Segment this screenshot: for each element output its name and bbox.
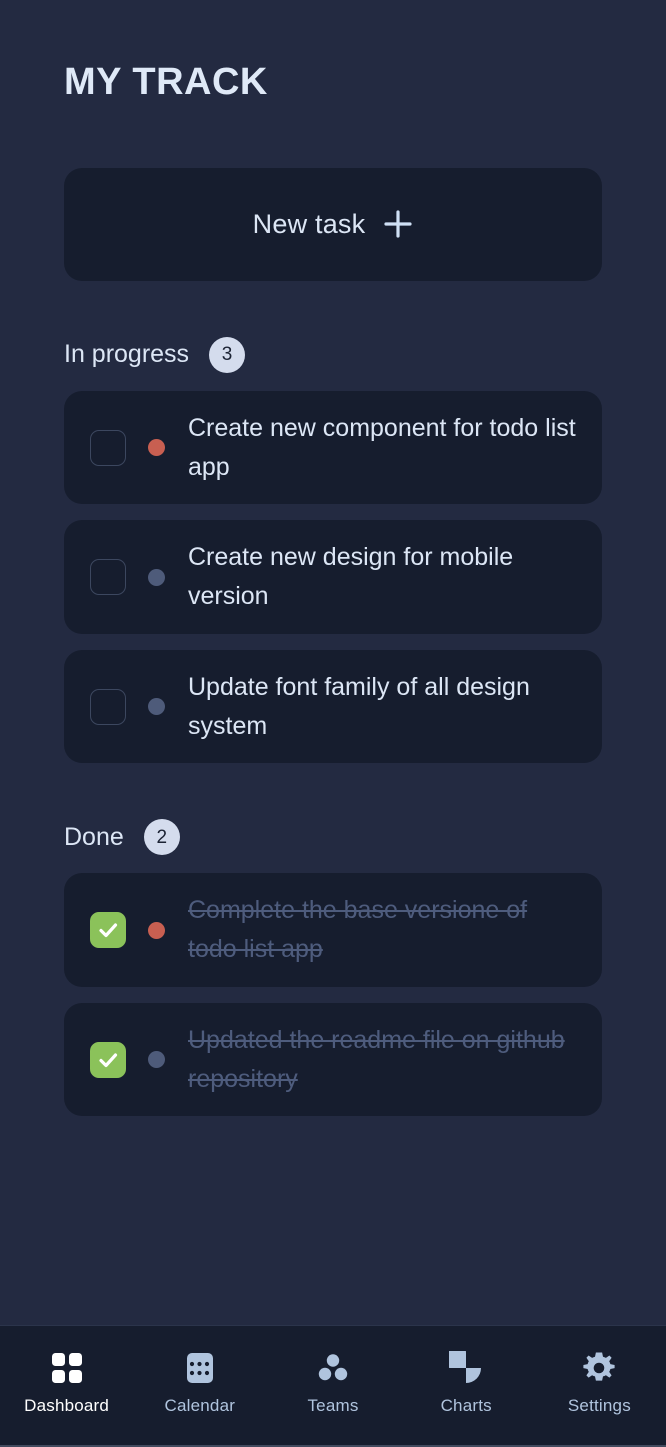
task-card[interactable]: Create new design for mobile version: [64, 520, 602, 634]
task-text: Update font family of all design system: [188, 672, 530, 740]
nav-label-calendar: Calendar: [164, 1396, 236, 1415]
calendar-icon: [186, 1353, 213, 1383]
pie-chart-icon: [449, 1351, 482, 1383]
new-task-button[interactable]: New task: [64, 167, 602, 281]
section-count-badge: 3: [209, 336, 246, 373]
task-checkbox[interactable]: [90, 559, 126, 596]
section-header-in-progress: In progress 3: [64, 336, 602, 373]
task-card[interactable]: Update font family of all design system: [64, 649, 602, 764]
main-content: MY TRACK New task In progress 3 Create new…: [0, 0, 666, 1325]
task-list-in-progress: Create new component for todo list app Cr…: [64, 390, 602, 764]
check-icon: [99, 923, 118, 938]
priority-dot: [148, 921, 165, 939]
nav-label-teams: Teams: [307, 1396, 359, 1415]
nav-item-settings[interactable]: Settings: [533, 1351, 666, 1416]
priority-dot: [148, 1051, 165, 1069]
task-text: Create new component for todo list app: [188, 413, 576, 481]
task-checkbox-checked[interactable]: [90, 1041, 126, 1078]
gear-icon: [583, 1352, 616, 1381]
sections-container: In progress 3 Create new component for tod…: [64, 336, 602, 1117]
nav-label-dashboard: Dashboard: [24, 1396, 110, 1415]
task-card[interactable]: Updated the readme file on github reposi…: [64, 1002, 602, 1117]
task-checkbox-checked[interactable]: [90, 912, 126, 949]
grid-icon: [51, 1353, 82, 1383]
task-text: Complete the base versione of todo list …: [188, 896, 528, 964]
task-checkbox[interactable]: [90, 688, 126, 725]
task-text: Create new design for mobile version: [188, 543, 514, 611]
nav-item-calendar[interactable]: Calendar: [133, 1351, 266, 1416]
task-card[interactable]: Create new component for todo list app: [64, 390, 602, 505]
app-root: MY TRACK New task In progress 3 Create new…: [0, 0, 666, 1447]
priority-dot: [148, 568, 165, 586]
task-list-done: Complete the base versione of todo list …: [64, 873, 602, 1117]
people-icon: [318, 1354, 348, 1381]
nav-item-teams[interactable]: Teams: [266, 1351, 399, 1416]
plus-icon: [384, 210, 412, 238]
page-title: MY TRACK: [64, 61, 268, 103]
section-title: Done: [64, 822, 124, 851]
nav-label-settings: Settings: [567, 1396, 631, 1415]
task-text: Updated the readme file on github reposi…: [188, 1025, 565, 1093]
task-checkbox[interactable]: [90, 429, 126, 466]
bottom-navigation: Dashboard Calendar Teams Charts Settings: [0, 1325, 666, 1447]
priority-dot: [148, 698, 165, 716]
section-header-done: Done 2: [64, 819, 602, 856]
nav-label-charts: Charts: [440, 1396, 492, 1415]
task-card[interactable]: Complete the base versione of todo list …: [64, 873, 602, 987]
priority-dot: [148, 439, 165, 457]
section-title: In progress: [64, 340, 190, 369]
nav-item-dashboard[interactable]: Dashboard: [0, 1351, 133, 1416]
section-count-badge: 2: [143, 819, 180, 856]
check-icon: [99, 1052, 118, 1067]
new-task-label: New task: [252, 208, 366, 239]
nav-item-charts[interactable]: Charts: [400, 1351, 533, 1416]
